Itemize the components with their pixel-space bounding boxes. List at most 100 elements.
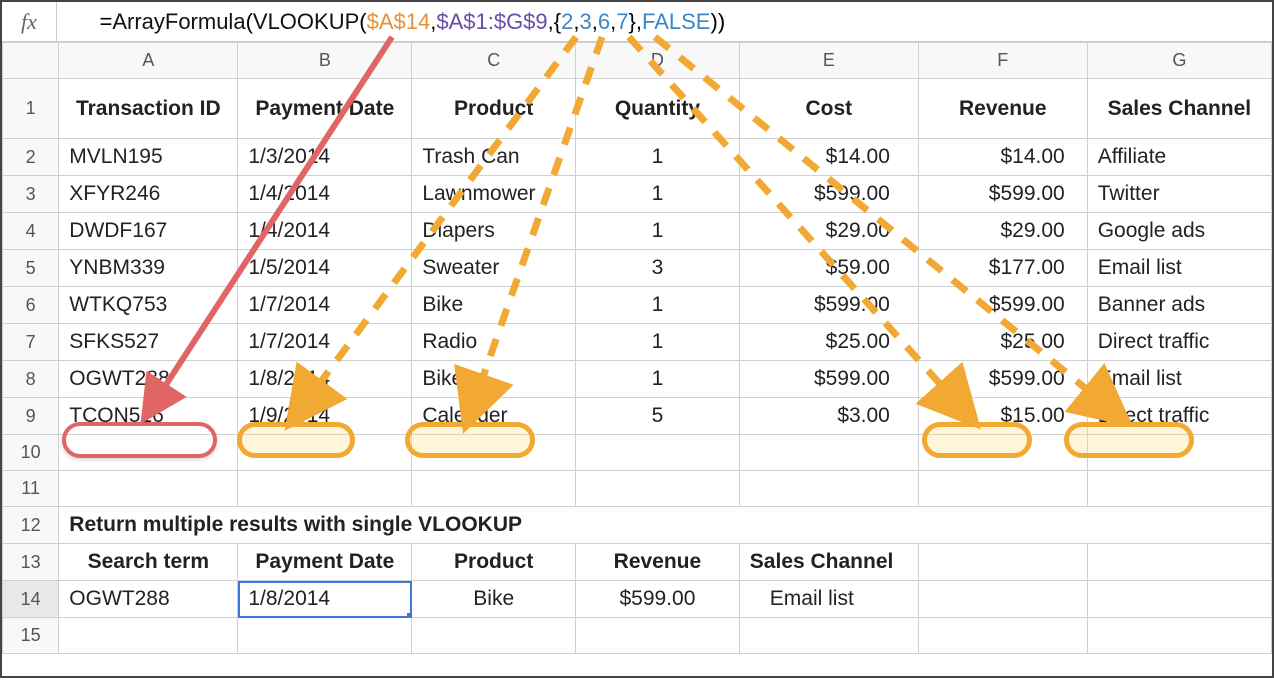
cell[interactable]: Direct traffic: [1087, 398, 1271, 435]
cell[interactable]: $3.00: [739, 398, 918, 435]
row-header[interactable]: 13: [3, 544, 59, 581]
row-header[interactable]: 10: [3, 435, 59, 471]
cell[interactable]: 5: [576, 398, 740, 435]
row-header[interactable]: 2: [3, 139, 59, 176]
cell[interactable]: Radio: [412, 324, 576, 361]
cell-search-term[interactable]: OGWT288: [59, 581, 238, 618]
cell[interactable]: Affiliate: [1087, 139, 1271, 176]
cell[interactable]: 1: [576, 139, 740, 176]
cell[interactable]: 3: [576, 250, 740, 287]
cell[interactable]: $14.00: [739, 139, 918, 176]
row-header[interactable]: 1: [3, 79, 59, 139]
cell[interactable]: MVLN195: [59, 139, 238, 176]
col-header-G[interactable]: G: [1087, 43, 1271, 79]
cell[interactable]: YNBM339: [59, 250, 238, 287]
section-title[interactable]: Return multiple results with single VLOO…: [59, 507, 1272, 544]
cell[interactable]: Lawnmower: [412, 176, 576, 213]
cell[interactable]: 1: [576, 287, 740, 324]
col-header-A[interactable]: A: [59, 43, 238, 79]
table-row: 9TCQN5161/9/2014Calender5$3.00$15.00Dire…: [3, 398, 1272, 435]
row-header[interactable]: 14: [3, 581, 59, 618]
cell[interactable]: 1/3/2014: [238, 139, 412, 176]
cell[interactable]: $177.00: [918, 250, 1087, 287]
cell[interactable]: XFYR246: [59, 176, 238, 213]
cell[interactable]: $29.00: [739, 213, 918, 250]
cell[interactable]: Email list: [1087, 361, 1271, 398]
cell[interactable]: $59.00: [739, 250, 918, 287]
cell[interactable]: $599.00: [918, 176, 1087, 213]
cell[interactable]: 1: [576, 176, 740, 213]
row-header[interactable]: 11: [3, 471, 59, 507]
cell[interactable]: Trash Can: [412, 139, 576, 176]
cell[interactable]: 1/5/2014: [238, 250, 412, 287]
cell[interactable]: Bike: [412, 361, 576, 398]
row-header[interactable]: 7: [3, 324, 59, 361]
cell[interactable]: OGWT288: [59, 361, 238, 398]
header-revenue-2[interactable]: Revenue: [576, 544, 740, 581]
cell[interactable]: 1: [576, 361, 740, 398]
cell[interactable]: $29.00: [918, 213, 1087, 250]
header-quantity[interactable]: Quantity: [576, 79, 740, 139]
cell[interactable]: $14.00: [918, 139, 1087, 176]
cell[interactable]: 1/9/2014: [238, 398, 412, 435]
row-header[interactable]: 6: [3, 287, 59, 324]
cell[interactable]: Bike: [412, 287, 576, 324]
cell[interactable]: Diapers: [412, 213, 576, 250]
cell[interactable]: 1: [576, 213, 740, 250]
cell[interactable]: Calender: [412, 398, 576, 435]
row-header[interactable]: 4: [3, 213, 59, 250]
cell[interactable]: $599.00: [918, 361, 1087, 398]
cell-result-product[interactable]: Bike: [412, 581, 576, 618]
header-search-term[interactable]: Search term: [59, 544, 238, 581]
table-row: 15: [3, 618, 1272, 654]
header-cost[interactable]: Cost: [739, 79, 918, 139]
col-header-C[interactable]: C: [412, 43, 576, 79]
cell[interactable]: 1/7/2014: [238, 324, 412, 361]
header-product[interactable]: Product: [412, 79, 576, 139]
cell-result-channel[interactable]: Email list: [739, 581, 918, 618]
col-header-B[interactable]: B: [238, 43, 412, 79]
cell[interactable]: $599.00: [739, 176, 918, 213]
row-header[interactable]: 15: [3, 618, 59, 654]
cell[interactable]: 1/4/2014: [238, 176, 412, 213]
cell[interactable]: 1: [576, 324, 740, 361]
col-header-E[interactable]: E: [739, 43, 918, 79]
row-header[interactable]: 12: [3, 507, 59, 544]
row-header[interactable]: 8: [3, 361, 59, 398]
cell[interactable]: $599.00: [739, 287, 918, 324]
cell[interactable]: 1/8/2014: [238, 361, 412, 398]
cell[interactable]: Twitter: [1087, 176, 1271, 213]
row-header[interactable]: 5: [3, 250, 59, 287]
cell[interactable]: 1/4/2014: [238, 213, 412, 250]
cell[interactable]: Google ads: [1087, 213, 1271, 250]
row-header[interactable]: 9: [3, 398, 59, 435]
row-header[interactable]: 3: [3, 176, 59, 213]
cell[interactable]: $25.00: [739, 324, 918, 361]
cell-result-revenue[interactable]: $599.00: [576, 581, 740, 618]
header-product-2[interactable]: Product: [412, 544, 576, 581]
cell-selected-B14[interactable]: 1/8/2014: [238, 581, 412, 618]
cell[interactable]: $25.00: [918, 324, 1087, 361]
corner-cell[interactable]: [3, 43, 59, 79]
spreadsheet-grid[interactable]: A B C D E F G 1 Transaction ID Payment D…: [2, 42, 1272, 654]
cell[interactable]: Sweater: [412, 250, 576, 287]
header-sales-channel[interactable]: Sales Channel: [1087, 79, 1271, 139]
header-revenue[interactable]: Revenue: [918, 79, 1087, 139]
col-header-F[interactable]: F: [918, 43, 1087, 79]
col-header-D[interactable]: D: [576, 43, 740, 79]
header-transaction-id[interactable]: Transaction ID: [59, 79, 238, 139]
cell[interactable]: TCQN516: [59, 398, 238, 435]
cell[interactable]: WTKQ753: [59, 287, 238, 324]
cell[interactable]: SFKS527: [59, 324, 238, 361]
cell[interactable]: $599.00: [739, 361, 918, 398]
header-payment-date[interactable]: Payment Date: [238, 79, 412, 139]
cell[interactable]: DWDF167: [59, 213, 238, 250]
cell[interactable]: 1/7/2014: [238, 287, 412, 324]
cell[interactable]: $15.00: [918, 398, 1087, 435]
cell[interactable]: Email list: [1087, 250, 1271, 287]
header-sales-channel-2[interactable]: Sales Channel: [739, 544, 918, 581]
cell[interactable]: $599.00: [918, 287, 1087, 324]
cell[interactable]: Direct traffic: [1087, 324, 1271, 361]
header-payment-date-2[interactable]: Payment Date: [238, 544, 412, 581]
cell[interactable]: Banner ads: [1087, 287, 1271, 324]
